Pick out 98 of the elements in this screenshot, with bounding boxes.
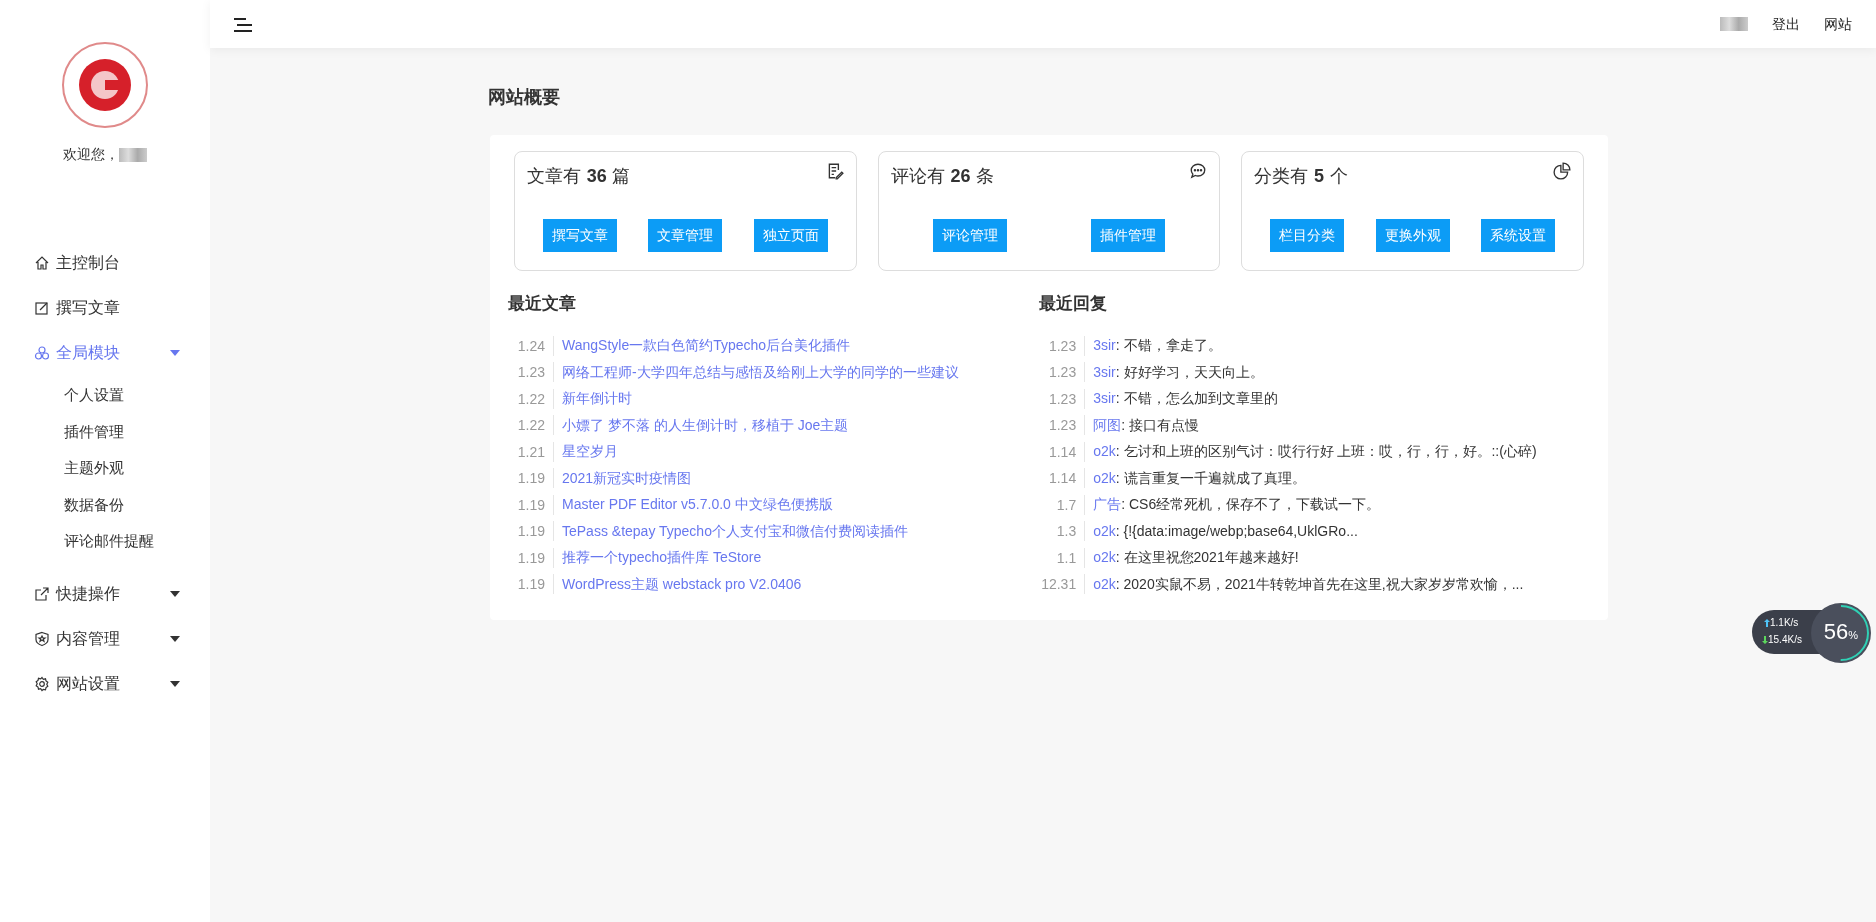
reply-text: : 好好学习，天天向上。 [1115,362,1264,382]
caret-icon [170,349,180,356]
upload-arrow-icon [1764,618,1770,627]
menu-item[interactable]: 快捷操作 [0,571,210,617]
date-text: 1.23 [508,362,554,383]
chat-icon [1189,162,1208,180]
menu-icon[interactable] [234,17,252,32]
date-text: 1.7 [1039,494,1086,515]
action-button[interactable]: 栏目分类 [1270,219,1345,252]
gauge-drawing [1810,602,1872,664]
post-link[interactable]: 2021新冠实时疫情图 [562,467,692,489]
reply-text: : 接口有点慢 [1121,415,1199,435]
date-text: 1.14 [1039,468,1086,489]
date-text: 1.22 [508,415,554,436]
nav-link[interactable]: 登出 [1772,13,1800,35]
reply-text: : 乞讨和上班的区别气讨：哎行行好 上班：哎，行，行，好。::(心碎) [1115,442,1537,462]
menu-item[interactable]: 内容管理 [0,616,210,662]
menu-item[interactable]: 全局模块 [0,330,210,375]
caret-icon [170,681,180,687]
date-text: 1.19 [508,521,554,542]
date-text: 1.1 [1039,547,1086,568]
reply-text: : 谎言重复一千遍就成了真理。 [1115,468,1306,488]
author-link[interactable]: 3sir [1093,388,1116,410]
submenu-item[interactable]: 插件管理 [0,413,210,450]
author-link[interactable]: o2k [1093,520,1116,542]
date-text: 1.22 [508,388,554,409]
post-link[interactable]: 星空岁月 [562,441,618,463]
action-button[interactable]: 插件管理 [1091,219,1166,252]
reply-text: : CS6经常死机，保存不了，下载试一下。 [1121,495,1381,515]
shield-icon [34,631,50,647]
post-link[interactable]: 小嫖了 梦不落 的人生倒计时，移植于 Joe主题 [562,414,849,436]
stat-title: 评论有 26 条 [890,164,995,188]
nav-link[interactable]: 网站 [1824,13,1852,35]
upload-speed: 1.1K/s [1770,616,1799,629]
caret-icon [170,636,180,642]
date-text: 1.19 [508,547,554,568]
date-text: 1.23 [1039,335,1086,356]
action-button[interactable]: 评论管理 [932,219,1007,252]
post-link[interactable]: 网络工程师-大学四年总结与感悟及给刚上大学的同学的一些建议 [562,361,959,383]
date-text: 1.3 [1039,521,1086,542]
action-button[interactable]: 撰写文章 [542,219,617,252]
post-link[interactable]: Master PDF Editor v5.7.0.0 中文绿色便携版 [562,494,833,516]
post-link[interactable]: WangStyle一款白色简约Typecho后台美化插件 [562,335,851,357]
author-link[interactable]: o2k [1093,573,1116,595]
reply-text: : 不错，拿走了。 [1115,336,1222,356]
reply-text: : {!{data:image/webp;base64,UklGRo... [1115,521,1358,541]
date-text: 1.24 [508,335,554,356]
author-link[interactable]: o2k [1093,467,1116,489]
stat-title: 文章有 36 篇 [527,164,631,188]
stat-title: 分类有 5 个 [1254,164,1348,188]
pie-chart-icon [1553,162,1571,180]
action-button[interactable]: 系统设置 [1481,219,1556,252]
author-link[interactable]: o2k [1093,441,1116,463]
post-link[interactable]: 推荐一个typecho插件库 TeStore [562,547,762,569]
author-link[interactable]: o2k [1093,547,1116,569]
caret-icon [170,591,180,597]
reply-text: : 不错，怎么加到文章里的 [1115,389,1278,409]
date-text: 1.21 [508,441,554,462]
reply-text: : 在这里祝您2021年越来越好! [1115,548,1299,568]
date-text: 1.14 [1039,441,1086,462]
redacted-name [1720,17,1748,31]
date-text: 1.19 [508,494,554,515]
submenu-item[interactable]: 主题外观 [0,450,210,487]
redacted-name [119,148,147,163]
section-heading: 最近回复 [1039,293,1109,315]
menu-item[interactable]: 主控制台 [0,240,210,285]
page-title: 网站概要 [488,86,561,109]
menu-item[interactable]: 撰写文章 [0,285,210,330]
date-text: 1.23 [1039,362,1086,383]
post-link[interactable]: TePass &tepay Typecho个人支付宝和微信付费阅读插件 [562,520,908,542]
download-speed: 15.4K/s [1768,633,1802,646]
reply-text: : 2020实鼠不易，2021牛转乾坤首先在这里,祝大家岁岁常欢愉，... [1115,574,1524,594]
post-link[interactable]: WordPress主题 webstack pro V2.0406 [562,573,802,595]
action-button[interactable]: 更换外观 [1375,219,1450,252]
author-link[interactable]: 3sir [1093,335,1116,357]
date-text: 1.23 [1039,415,1086,436]
author-link[interactable]: 阿图 [1093,414,1122,436]
date-text: 1.23 [1039,388,1086,409]
date-text: 1.19 [508,574,554,595]
action-button[interactable]: 独立页面 [753,219,828,252]
section-heading: 最近文章 [508,293,577,315]
percent-text: 56% [1823,619,1859,644]
gear-icon [34,676,50,692]
action-button[interactable]: 文章管理 [648,219,723,252]
menu-item[interactable]: 网站设置 [0,661,210,707]
download-arrow-icon [1762,635,1768,644]
submenu-item[interactable]: 数据备份 [0,486,210,523]
modules-icon [34,344,50,361]
date-text: 1.19 [508,468,554,489]
welcome-text: 欢迎您， [63,146,119,162]
home-icon [34,254,50,271]
author-link[interactable]: 3sir [1093,361,1116,383]
post-link[interactable]: 新年倒计时 [562,388,632,410]
edit-icon [34,299,50,316]
submenu-item[interactable]: 评论邮件提醒 [0,523,210,560]
submenu-item[interactable]: 个人设置 [0,377,210,414]
date-text: 12.31 [1039,574,1086,595]
share-icon [34,586,50,602]
